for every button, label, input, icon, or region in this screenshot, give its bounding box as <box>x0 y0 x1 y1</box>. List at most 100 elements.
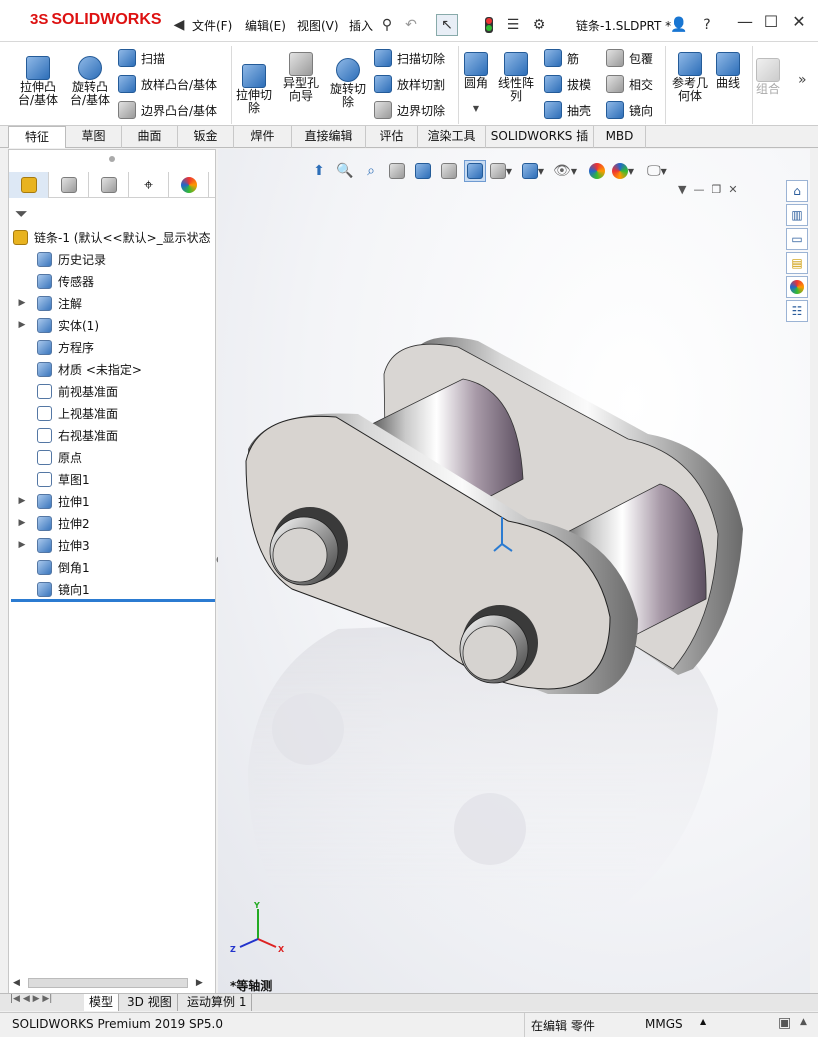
tab-scroll-icons[interactable]: |◀ ◀ ▶ ▶| <box>10 994 52 1004</box>
loft-boss-button[interactable]: 放样凸台/基体 <box>118 74 217 94</box>
custom-properties-icon[interactable]: ☷ <box>786 300 808 322</box>
tree-item[interactable]: ▶ 注解 <box>15 292 82 314</box>
graphics-area[interactable]: ⬆ 🔍 ⌕ ▼ ▼ 👁 ▼ ▼ 🖵 ▼ ▼ — ❐ ✕ Y X Z *等轴测 <box>218 149 810 995</box>
traffic-light-icon[interactable] <box>478 14 500 36</box>
expand-arrow-icon[interactable]: ▶ <box>15 298 29 308</box>
menu-view[interactable]: 视图(V) <box>297 17 339 34</box>
tree-item[interactable]: 方程序 <box>15 336 94 358</box>
tree-root[interactable]: 链条-1 (默认<<默认>_显示状态 <box>13 226 211 248</box>
tree-item[interactable]: ▶ 拉伸3 <box>15 534 90 556</box>
draft-button[interactable]: 拔模 <box>544 74 591 94</box>
tree-item[interactable]: 倒角1 <box>15 556 90 578</box>
tree-item[interactable]: 传感器 <box>15 270 94 292</box>
swept-cut-button[interactable]: 扫描切除 <box>374 48 445 68</box>
boundary-boss-button[interactable]: 边界凸台/基体 <box>118 100 217 120</box>
tree-item[interactable]: 镜向1 <box>15 578 90 600</box>
tab-command-9[interactable]: MBD <box>594 126 646 148</box>
extrude-boss-button[interactable]: 拉伸凸 台/基体 <box>18 56 58 107</box>
tree-item[interactable]: 原点 <box>15 446 82 468</box>
filter-icon[interactable]: ⏷ <box>15 204 28 224</box>
tab-command-1[interactable]: 草图 <box>66 126 122 148</box>
wrap-button[interactable]: 包覆 <box>606 48 653 68</box>
rib-button[interactable]: 筋 <box>544 48 579 68</box>
tab-command-6[interactable]: 评估 <box>366 126 418 148</box>
revolve-cut-button[interactable]: 旋转切 除 <box>330 58 366 109</box>
sweep-button[interactable]: 扫描 <box>118 48 165 68</box>
file-explorer-icon[interactable]: ▭ <box>786 228 808 250</box>
panel-hscrollbar[interactable]: ◀ ▶ <box>9 974 215 992</box>
tree-item[interactable]: ▶ 拉伸1 <box>15 490 90 512</box>
maximize-button[interactable]: ☐ <box>760 12 782 32</box>
menu-edit[interactable]: 编辑(E) <box>245 17 286 34</box>
help-icon[interactable]: ? <box>696 14 718 36</box>
boundary-cut-button[interactable]: 边界切除 <box>374 100 445 120</box>
home-icon[interactable]: ⌂ <box>786 180 808 202</box>
mirror-button[interactable]: 镜向 <box>606 100 653 120</box>
units-status[interactable]: MMGS <box>645 1017 683 1031</box>
expand-arrow-icon[interactable]: ▶ <box>15 496 29 506</box>
tab-display-manager[interactable] <box>169 172 209 198</box>
tab-command-3[interactable]: 钣金 <box>178 126 234 148</box>
tab-command-2[interactable]: 曲面 <box>122 126 178 148</box>
bottom-tab-2[interactable]: 3D 视图 <box>122 994 178 1011</box>
select-arrow-icon[interactable]: ↖ <box>436 14 458 36</box>
options-list-icon[interactable]: ☰ <box>502 14 524 36</box>
units-dropdown-icon[interactable]: ▲ <box>700 1017 706 1026</box>
tab-command-8[interactable]: SOLIDWORKS 插件 <box>486 126 594 164</box>
chain-link-model[interactable] <box>218 149 810 995</box>
expand-arrow-icon[interactable]: ▶ <box>15 518 29 528</box>
lofted-cut-button[interactable]: 放样切割 <box>374 74 445 94</box>
reference-geometry-button[interactable]: 参考几 何体 <box>672 52 708 103</box>
scroll-thumb[interactable] <box>27 978 188 988</box>
tab-features[interactable]: 特征 <box>8 126 66 148</box>
tab-feature-manager[interactable] <box>9 172 49 198</box>
bottom-tab-1[interactable]: 模型 <box>84 994 120 1011</box>
scroll-right-icon[interactable]: ▶ <box>196 978 203 988</box>
solidworks-logo[interactable]: 3S SOLIDWORKS <box>30 11 162 29</box>
fillet-button[interactable]: 圆角 ▼ <box>464 52 488 115</box>
menu-file[interactable]: 文件(F) <box>192 17 232 34</box>
tab-dimxpert-manager[interactable]: ⌖ <box>129 172 169 198</box>
scroll-left-icon[interactable]: ◀ <box>13 978 20 988</box>
undo-icon[interactable]: ↶ <box>400 14 422 36</box>
design-library-icon[interactable]: ▥ <box>786 204 808 226</box>
fillet-dropdown-icon[interactable]: ▼ <box>473 102 479 115</box>
tree-item[interactable]: 材质 <未指定> <box>15 358 142 380</box>
combine-button[interactable]: 组合 <box>756 58 780 96</box>
appearances-icon[interactable] <box>786 276 808 298</box>
tab-command-5[interactable]: 直接编辑 <box>292 126 366 148</box>
gear-icon[interactable]: ⚙ <box>528 14 550 36</box>
tab-command-4[interactable]: 焊件 <box>234 126 292 148</box>
tab-property-manager[interactable] <box>49 172 89 198</box>
flyout-arrow-icon[interactable]: ◀ <box>168 14 190 36</box>
linear-pattern-button[interactable]: 线性阵 列 <box>498 52 534 103</box>
intersect-button[interactable]: 相交 <box>606 74 653 94</box>
tab-configuration-manager[interactable] <box>89 172 129 198</box>
tree-item[interactable]: ▶ 拉伸2 <box>15 512 90 534</box>
tree-item[interactable]: 草图1 <box>15 468 90 490</box>
close-button[interactable]: ✕ <box>788 12 810 32</box>
expand-arrow-icon[interactable]: ▶ <box>15 540 29 550</box>
ribbon-overflow-icon[interactable]: » <box>798 72 807 88</box>
user-icon[interactable]: 👤 <box>668 14 690 36</box>
tree-item[interactable]: 上视基准面 <box>15 402 118 424</box>
pin-icon[interactable]: ⚲ <box>376 14 398 36</box>
hole-wizard-button[interactable]: 异型孔 向导 <box>283 52 319 103</box>
shell-button[interactable]: 抽壳 <box>544 100 591 120</box>
panel-grip-icon[interactable] <box>109 156 115 162</box>
view-palette-icon[interactable]: ▤ <box>786 252 808 274</box>
curves-button[interactable]: 曲线 <box>716 52 740 90</box>
revolve-boss-button[interactable]: 旋转凸 台/基体 <box>70 56 110 107</box>
tree-item[interactable]: 前视基准面 <box>15 380 118 402</box>
bottom-tab-3[interactable]: 运动算例 1 <box>182 994 253 1011</box>
extrude-cut-button[interactable]: 拉伸切 除 <box>236 64 272 115</box>
filter-box[interactable] <box>13 200 211 224</box>
status-menu-icon[interactable]: ▲ <box>800 1017 807 1027</box>
menu-insert[interactable]: 插入 <box>349 17 373 34</box>
tree-item[interactable]: 历史记录 <box>15 248 106 270</box>
tab-command-7[interactable]: 渲染工具 <box>418 126 486 148</box>
minimize-button[interactable]: — <box>734 12 756 32</box>
tree-item[interactable]: 右视基准面 <box>15 424 118 446</box>
expand-arrow-icon[interactable]: ▶ <box>15 320 29 330</box>
customize-status-icon[interactable]: ▣ <box>778 1015 791 1031</box>
